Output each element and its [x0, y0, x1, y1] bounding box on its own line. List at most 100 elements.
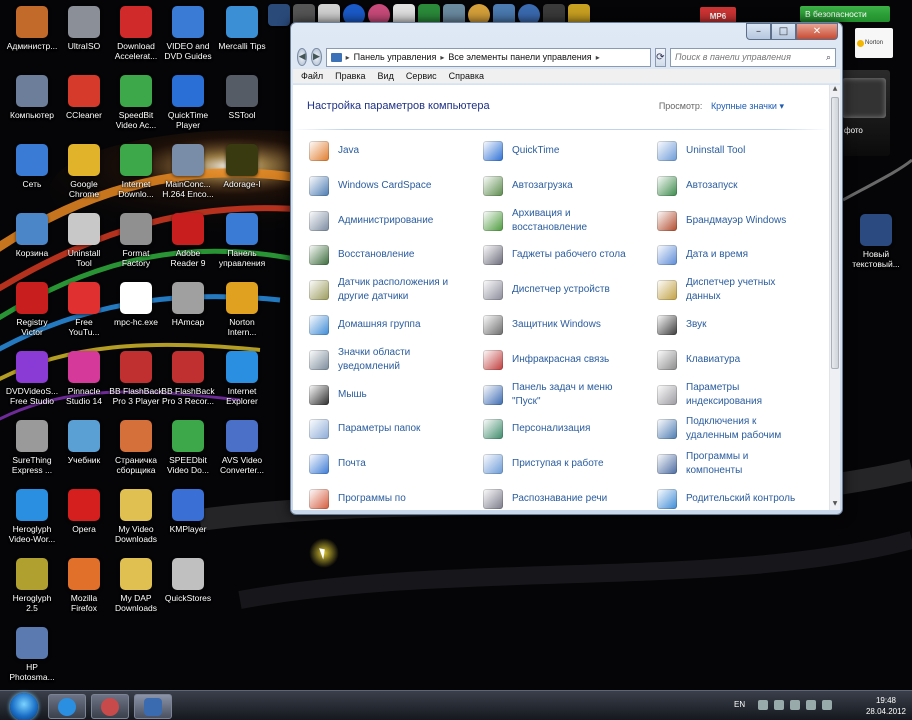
control-panel-item[interactable]: Почта	[309, 449, 479, 479]
breadcrumb-all-items[interactable]: Все элементы панели управления	[448, 52, 591, 62]
desktop-icon[interactable]: My DAP Downloads	[108, 558, 164, 613]
control-panel-item[interactable]: Windows CardSpace	[309, 171, 479, 201]
view-by-dropdown[interactable]: Крупные значки ▾	[711, 101, 784, 111]
taskbar-control-panel[interactable]	[134, 694, 172, 719]
desktop-icon[interactable]: SpeedBit Video Ac...	[108, 75, 164, 130]
desktop-icon[interactable]: CCleaner	[56, 75, 112, 120]
desktop-icon[interactable]: Adorage-I	[214, 144, 270, 189]
norton-badge[interactable]: Norton	[855, 28, 893, 58]
tray-antivirus-icon[interactable]	[806, 700, 816, 710]
vertical-scrollbar[interactable]: ▲ ▼	[829, 85, 840, 510]
control-panel-item[interactable]: Параметры папок	[309, 414, 479, 444]
desktop-icon[interactable]: Uninstall Tool	[56, 213, 112, 268]
desktop-icon[interactable]: DVDVideoS... Free Studio	[4, 351, 60, 406]
control-panel-item[interactable]: Архивация и восстановление	[483, 206, 653, 236]
desktop-icon[interactable]: Панель управления	[214, 213, 270, 268]
desktop-icon[interactable]: BB FlashBack Pro 3 Player	[108, 351, 164, 406]
desktop-icon[interactable]: UltraISO	[56, 6, 112, 51]
control-panel-item[interactable]: Дата и время	[657, 240, 827, 270]
scroll-down-icon[interactable]: ▼	[830, 500, 840, 510]
desktop-icon[interactable]: HAmcap	[160, 282, 216, 327]
control-panel-item[interactable]: Автозагрузка	[483, 171, 653, 201]
control-panel-item[interactable]: Подключения к удаленным рабочим	[657, 414, 827, 444]
control-panel-item[interactable]: Родительский контроль	[657, 484, 827, 510]
desktop-icon[interactable]: SSTool	[214, 75, 270, 120]
desktop-icon[interactable]: HP Photosma...	[4, 627, 60, 682]
desktop-icon[interactable]: Internet Explorer	[214, 351, 270, 406]
desktop-icon[interactable]: Registry Victor	[4, 282, 60, 337]
desktop-icon[interactable]: My Video Downloads	[108, 489, 164, 544]
desktop-icon[interactable]: mpc-hc.exe	[108, 282, 164, 327]
desktop-icon[interactable]: Internet Downlo...	[108, 144, 164, 199]
desktop-icon[interactable]: Heroglyph 2.5	[4, 558, 60, 613]
control-panel-item[interactable]: Параметры индексирования	[657, 380, 827, 410]
shortcut-icon[interactable]	[268, 4, 290, 26]
desktop-icon[interactable]: Учебник	[56, 420, 112, 465]
control-panel-item[interactable]: Распознавание речи	[483, 484, 653, 510]
control-panel-item[interactable]: Датчик расположения и другие датчики	[309, 275, 479, 305]
control-panel-window[interactable]: – □ ✕ ◀ ▶ ▸ Панель управления ▸ Все элем…	[290, 22, 843, 515]
photo-gadget[interactable]: фото	[838, 70, 890, 156]
desktop-icon[interactable]: KMPlayer	[160, 489, 216, 534]
scroll-up-icon[interactable]: ▲	[830, 85, 840, 95]
desktop-icon[interactable]: SPEEDbit Video Do...	[160, 420, 216, 475]
control-panel-item[interactable]: Администрирование	[309, 206, 479, 236]
control-panel-item[interactable]: Звук	[657, 310, 827, 340]
minimize-button[interactable]: –	[746, 23, 771, 40]
search-input[interactable]: Поиск в панели управления ⌕	[669, 47, 836, 67]
tray-volume-icon[interactable]	[790, 700, 800, 710]
desktop-icon-new-text-file[interactable]: Новый текстовый...	[848, 214, 904, 269]
clock[interactable]: 19:48 28.04.2012	[866, 695, 906, 717]
menu-help[interactable]: Справка	[449, 71, 484, 81]
control-panel-item[interactable]: Значки области уведомлений	[309, 345, 479, 375]
desktop-icon[interactable]: Корзина	[4, 213, 60, 258]
control-panel-item[interactable]: Диспетчер учетных данных	[657, 275, 827, 305]
desktop-icon[interactable]: MainConc... H.264 Enco...	[160, 144, 216, 199]
language-indicator[interactable]: EN	[734, 700, 745, 709]
control-panel-item[interactable]: Автозапуск	[657, 171, 827, 201]
control-panel-item[interactable]: Персонализация	[483, 414, 653, 444]
control-panel-item[interactable]: Восстановление	[309, 240, 479, 270]
scrollbar-thumb[interactable]	[831, 97, 839, 369]
control-panel-item[interactable]: Java	[309, 136, 479, 166]
control-panel-item[interactable]: Панель задач и меню "Пуск"	[483, 380, 653, 410]
desktop-icon[interactable]: VIDEO and DVD Guides	[160, 6, 216, 61]
security-status-badge[interactable]: В безопасности	[800, 6, 890, 22]
refresh-button[interactable]: ⟳	[654, 47, 666, 67]
breadcrumb-control-panel[interactable]: Панель управления	[354, 52, 437, 62]
close-button[interactable]: ✕	[796, 23, 838, 40]
control-panel-item[interactable]: Домашняя группа	[309, 310, 479, 340]
menu-file[interactable]: Файл	[301, 71, 323, 81]
desktop-icon[interactable]: QuickTime Player	[160, 75, 216, 130]
menu-edit[interactable]: Правка	[335, 71, 365, 81]
desktop-icon[interactable]: Pinnacle Studio 14	[56, 351, 112, 406]
desktop-icon[interactable]: QuickStores	[160, 558, 216, 603]
desktop-icon[interactable]: Format Factory	[108, 213, 164, 268]
desktop-icon[interactable]: Сеть	[4, 144, 60, 189]
taskbar-internet-explorer[interactable]	[48, 694, 86, 719]
desktop-icon[interactable]: SureThing Express ...	[4, 420, 60, 475]
menu-tools[interactable]: Сервис	[406, 71, 437, 81]
control-panel-item[interactable]: Приступая к работе	[483, 449, 653, 479]
desktop-icon[interactable]: Компьютер	[4, 75, 60, 120]
desktop-icon[interactable]: Администр...	[4, 6, 60, 51]
desktop-icon[interactable]: Opera	[56, 489, 112, 534]
control-panel-item[interactable]: Мышь	[309, 380, 479, 410]
desktop-icon[interactable]: Heroglyph Video-Wor...	[4, 489, 60, 544]
desktop-icon[interactable]: Mercalli Tips	[214, 6, 270, 51]
desktop-icon[interactable]: Adobe Reader 9	[160, 213, 216, 268]
address-bar[interactable]: ▸ Панель управления ▸ Все элементы панел…	[325, 47, 651, 67]
desktop-icon[interactable]: Mozilla Firefox	[56, 558, 112, 613]
control-panel-item[interactable]: QuickTime	[483, 136, 653, 166]
start-button[interactable]	[10, 693, 38, 720]
desktop-icon[interactable]: Страничка сборщика	[108, 420, 164, 475]
menu-view[interactable]: Вид	[378, 71, 394, 81]
control-panel-item[interactable]: Брандмауэр Windows	[657, 206, 827, 236]
control-panel-item[interactable]: Программы и компоненты	[657, 449, 827, 479]
maximize-button[interactable]: □	[771, 23, 796, 40]
taskbar-media-player[interactable]	[91, 694, 129, 719]
tray-power-icon[interactable]	[822, 700, 832, 710]
tray-flag-icon[interactable]	[758, 700, 768, 710]
desktop-icon[interactable]: Norton Intern...	[214, 282, 270, 337]
control-panel-item[interactable]: Защитник Windows	[483, 310, 653, 340]
